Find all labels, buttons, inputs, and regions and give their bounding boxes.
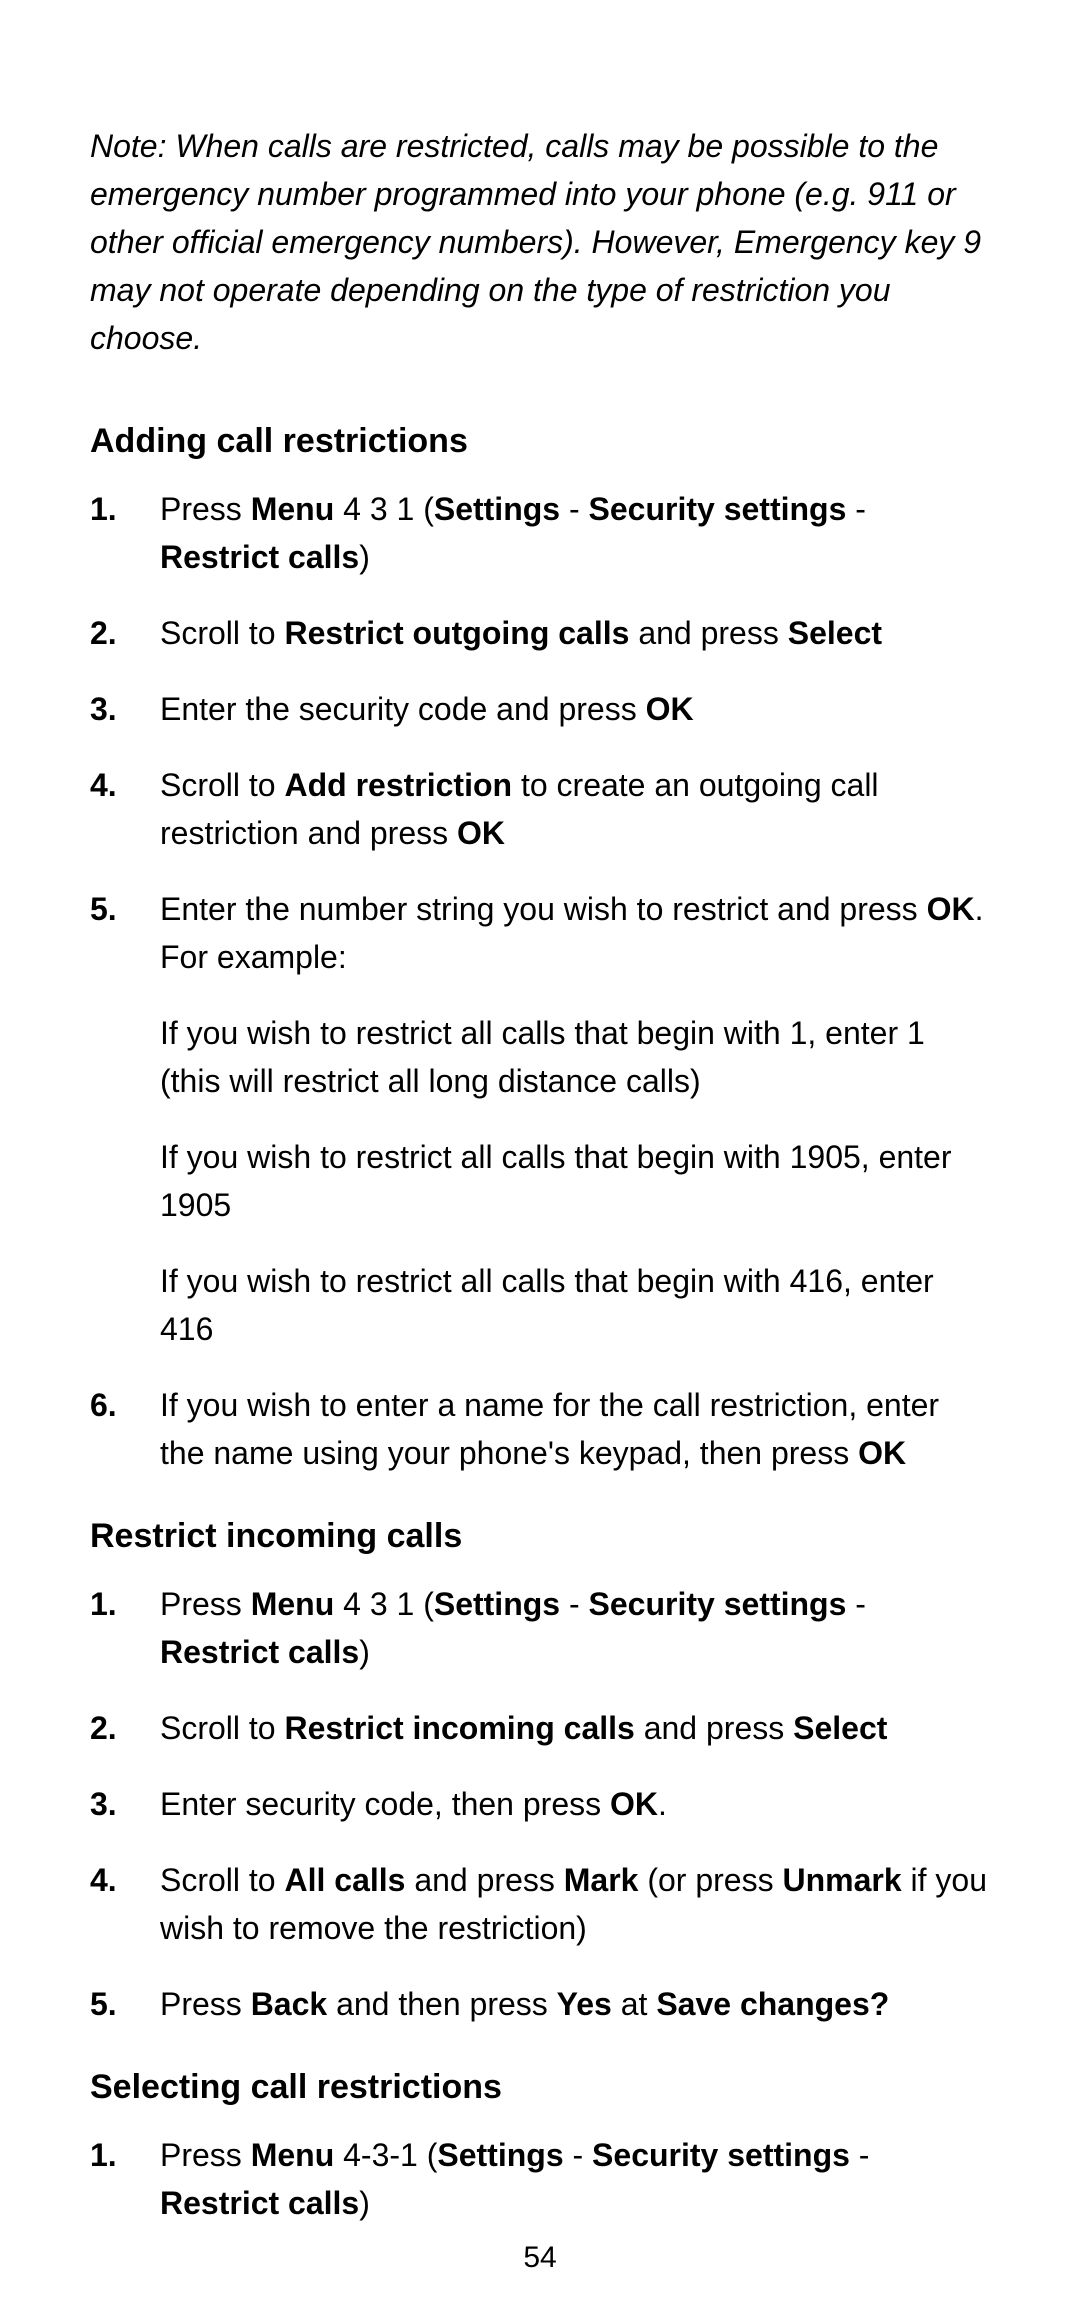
- step-item: Scroll to All calls and press Mark (or p…: [90, 1856, 990, 1952]
- step-item: Press Menu 4 3 1 (Settings - Security se…: [90, 1580, 990, 1676]
- bold: OK: [610, 1786, 658, 1822]
- text: Press: [160, 491, 251, 527]
- step-item: Enter the security code and press OK: [90, 685, 990, 733]
- bold: Save changes?: [656, 1986, 889, 2022]
- text: ): [359, 539, 370, 575]
- sub-paragraph: If you wish to restrict all calls that b…: [160, 1257, 990, 1353]
- text: Press: [160, 1586, 251, 1622]
- text: Enter security code, then press: [160, 1786, 610, 1822]
- bold: Menu: [251, 2137, 335, 2173]
- text: Press: [160, 1986, 251, 2022]
- text: -: [846, 491, 866, 527]
- text: ): [359, 2185, 370, 2221]
- section-title-incoming: Restrict incoming calls: [90, 1517, 990, 1556]
- bold: Settings: [434, 491, 560, 527]
- bold: Restrict calls: [160, 2185, 359, 2221]
- bold: Restrict outgoing calls: [284, 615, 629, 651]
- bold: OK: [457, 815, 505, 851]
- section-title-selecting: Selecting call restrictions: [90, 2068, 990, 2107]
- text: and press: [405, 1862, 563, 1898]
- text: ): [359, 1634, 370, 1670]
- step-item: Press Menu 4-3-1 (Settings - Security se…: [90, 2131, 990, 2227]
- bold: Restrict incoming calls: [284, 1710, 634, 1746]
- text: .: [658, 1786, 667, 1822]
- sub-paragraph: If you wish to restrict all calls that b…: [160, 1133, 990, 1229]
- bold: Mark: [564, 1862, 639, 1898]
- text: 4 3 1 (: [334, 491, 434, 527]
- steps-adding: Press Menu 4 3 1 (Settings - Security se…: [90, 485, 990, 1477]
- bold: Menu: [251, 491, 335, 527]
- text: 4 3 1 (: [334, 1586, 434, 1622]
- text: Scroll to: [160, 1710, 284, 1746]
- text: -: [560, 491, 588, 527]
- steps-selecting: Press Menu 4-3-1 (Settings - Security se…: [90, 2131, 990, 2227]
- step-item: Enter the number string you wish to rest…: [90, 885, 990, 1353]
- text: -: [850, 2137, 870, 2173]
- text: and press: [635, 1710, 793, 1746]
- steps-incoming: Press Menu 4 3 1 (Settings - Security se…: [90, 1580, 990, 2028]
- text: -: [564, 2137, 592, 2173]
- sub-paragraph: If you wish to restrict all calls that b…: [160, 1009, 990, 1105]
- bold: Security settings: [589, 491, 847, 527]
- step-item: Scroll to Add restriction to create an o…: [90, 761, 990, 857]
- bold: Yes: [557, 1986, 612, 2022]
- text: Press: [160, 2137, 251, 2173]
- step-item: Scroll to Restrict incoming calls and pr…: [90, 1704, 990, 1752]
- step-item: Press Back and then press Yes at Save ch…: [90, 1980, 990, 2028]
- text: -: [560, 1586, 588, 1622]
- bold: Settings: [434, 1586, 560, 1622]
- text: at: [612, 1986, 656, 2022]
- bold: Select: [788, 615, 882, 651]
- text: Scroll to: [160, 767, 284, 803]
- note-paragraph: Note: When calls are restricted, calls m…: [90, 122, 990, 362]
- text: (or press: [638, 1862, 782, 1898]
- step-item: Enter security code, then press OK.: [90, 1780, 990, 1828]
- bold: Select: [793, 1710, 887, 1746]
- bold: Security settings: [589, 1586, 847, 1622]
- text: Enter the security code and press: [160, 691, 646, 727]
- text: and press: [629, 615, 787, 651]
- text: Scroll to: [160, 1862, 284, 1898]
- bold: OK: [646, 691, 694, 727]
- page-number: 54: [0, 2241, 1080, 2275]
- text: -: [846, 1586, 866, 1622]
- bold: Back: [251, 1986, 328, 2022]
- step-item: Press Menu 4 3 1 (Settings - Security se…: [90, 485, 990, 581]
- section-title-adding: Adding call restrictions: [90, 422, 990, 461]
- bold: OK: [858, 1435, 906, 1471]
- text: 4-3-1 (: [334, 2137, 437, 2173]
- bold: All calls: [284, 1862, 405, 1898]
- text: If you wish to enter a name for the call…: [160, 1387, 939, 1471]
- document-page: Note: When calls are restricted, calls m…: [0, 0, 1080, 2315]
- bold: Add restriction: [284, 767, 512, 803]
- bold: Restrict calls: [160, 539, 359, 575]
- step-item: Scroll to Restrict outgoing calls and pr…: [90, 609, 990, 657]
- bold: Menu: [251, 1586, 335, 1622]
- step-item: If you wish to enter a name for the call…: [90, 1381, 990, 1477]
- text: Scroll to: [160, 615, 284, 651]
- bold: OK: [927, 891, 975, 927]
- bold: Unmark: [782, 1862, 901, 1898]
- bold: Security settings: [592, 2137, 850, 2173]
- text: and then press: [327, 1986, 556, 2022]
- bold: Settings: [437, 2137, 563, 2173]
- bold: Restrict calls: [160, 1634, 359, 1670]
- text: Enter the number string you wish to rest…: [160, 891, 927, 927]
